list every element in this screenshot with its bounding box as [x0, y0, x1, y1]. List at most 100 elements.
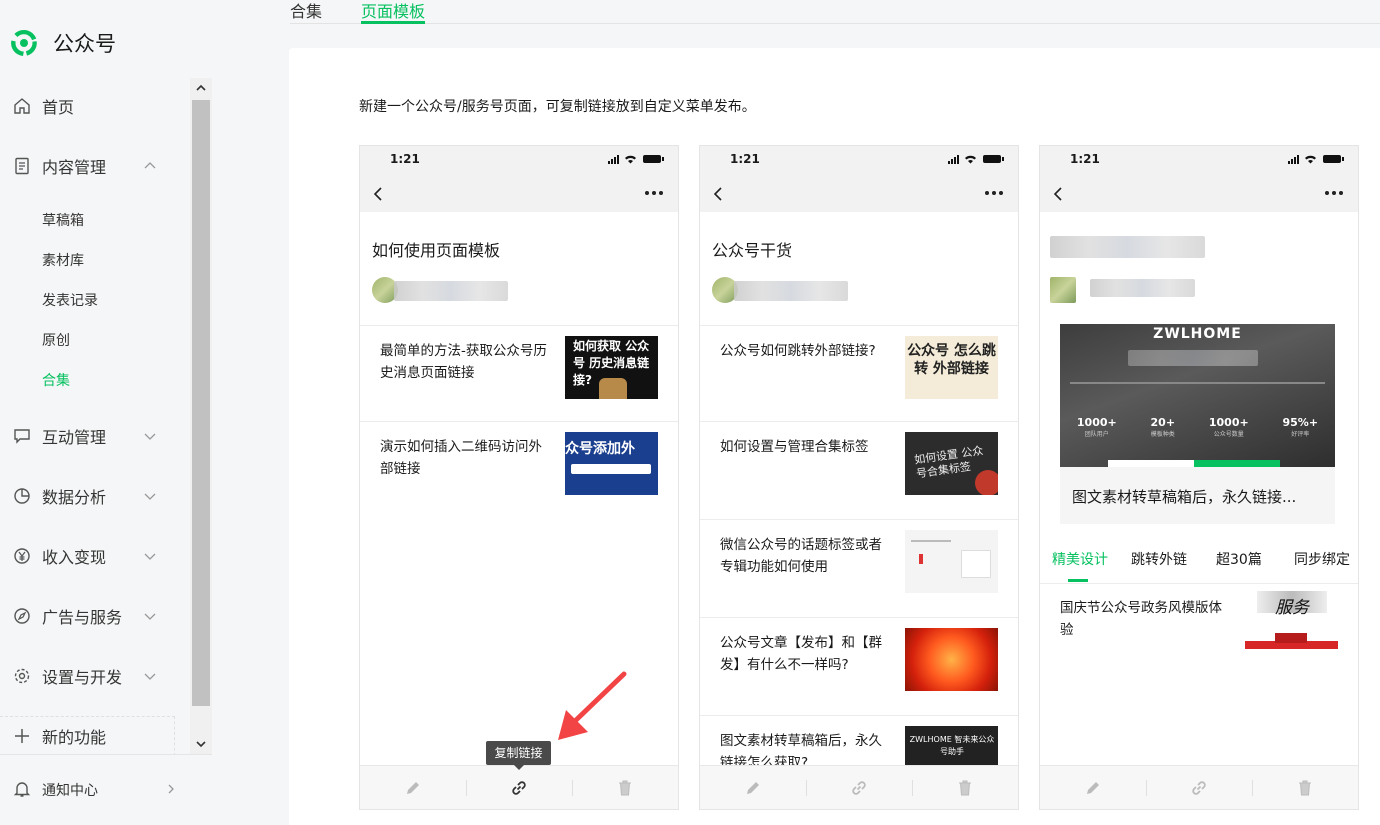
phone-header: 1:21 [360, 146, 678, 212]
tab-page-templates[interactable]: 页面模板 [361, 0, 425, 22]
thumbnail-text: 公众号 怎么跳转 外部链接 [907, 343, 996, 377]
divider [1252, 780, 1253, 796]
divider [1146, 780, 1147, 796]
tab-external-link[interactable]: 跳转外链 [1131, 549, 1187, 569]
status-time: 1:21 [730, 152, 760, 166]
thumbnail-text: ZWLHOME 智未来公众号助手 [909, 735, 995, 756]
sidebar-item-label: 互动管理 [42, 428, 107, 447]
sidebar-item-analytics[interactable]: 数据分析 [0, 476, 190, 516]
sidebar-item-home[interactable]: 首页 [0, 86, 190, 126]
sidebar-subitem-publish-records[interactable]: 发表记录 [42, 290, 98, 310]
pencil-icon[interactable] [1084, 779, 1102, 797]
back-arrow-icon[interactable] [372, 186, 384, 202]
list-item[interactable]: 公众号文章【发布】和【群发】有什么不一样吗? [700, 617, 1018, 715]
article-title: 如何设置与管理合集标签 [720, 439, 869, 455]
sidebar-item-monetization[interactable]: 收入变现 [0, 536, 190, 576]
sidebar-subitem-collections[interactable]: 合集 [42, 370, 70, 390]
card-title: 如何使用页面模板 [372, 241, 501, 260]
scroll-down-arrow-icon[interactable] [195, 738, 207, 750]
status-bar-icons [948, 155, 1004, 164]
status-time: 1:21 [390, 152, 420, 166]
chevron-down-icon [144, 553, 156, 560]
sidebar-item-label: 收入变现 [42, 548, 107, 567]
document-icon [15, 157, 29, 175]
list-item[interactable]: 演示如何插入二维码访问外部链接 众号添加外 [360, 421, 678, 519]
pencil-icon[interactable] [744, 779, 762, 797]
sidebar-item-interaction[interactable]: 互动管理 [0, 416, 190, 456]
logo[interactable]: 公众号 [8, 27, 116, 59]
new-feature-label: 新的功能 [42, 728, 107, 747]
divider [572, 780, 573, 796]
sidebar-item-ads[interactable]: 广告与服务 [0, 596, 190, 636]
tab-30-articles[interactable]: 超30篇 [1216, 549, 1262, 569]
status-bar-icons [608, 155, 664, 164]
wechat-official-logo-icon [11, 29, 37, 56]
article-title: 公众号如何跳转外部链接? [720, 343, 876, 359]
banner-logo: ZWLHOME [1153, 326, 1242, 342]
home-icon [14, 98, 30, 114]
article-thumbnail: 众号添加外 [565, 432, 658, 495]
stat-value: 20+ [1150, 416, 1176, 429]
sidebar: 公众号 首页 内容管理 草稿箱 素材库 发表记录 原创 合集 互动管理 数据分析 [0, 0, 212, 825]
link-icon[interactable] [510, 779, 528, 797]
author-name-blur [1090, 279, 1195, 297]
pencil-icon[interactable] [404, 779, 422, 797]
thumbnail-cat-shape [599, 378, 627, 399]
new-feature-item[interactable]: 新的功能 [0, 716, 175, 756]
article-title: 国庆节公众号政务风模版体验 [1060, 600, 1222, 638]
list-item[interactable]: 最简单的方法-获取公众号历史消息页面链接 如何获取 公众号 历史消息链接? [360, 325, 678, 423]
banner-title: 图文素材转草稿箱后，永久链接... [1072, 488, 1297, 506]
list-item[interactable]: 如何设置与管理合集标签 如何设置 公众号合集标签 [700, 421, 1018, 519]
tab-sync-binding[interactable]: 同步绑定 [1294, 549, 1350, 569]
template-card[interactable]: 1:21 公众号干货 公众号如何跳转外部链接? 公众号 怎么跳转 外部链接 如何… [699, 145, 1019, 810]
trash-icon[interactable] [616, 779, 634, 797]
article-thumbnail [905, 628, 998, 691]
bell-icon [13, 782, 31, 797]
list-item[interactable]: 公众号如何跳转外部链接? 公众号 怎么跳转 外部链接 [700, 325, 1018, 423]
sidebar-item-content[interactable]: 内容管理 [0, 146, 190, 186]
thumbnail-text: 服务 [1275, 598, 1309, 618]
link-icon[interactable] [1190, 779, 1208, 797]
scrollbar-thumb[interactable] [192, 100, 210, 706]
card-title-blur [1050, 236, 1205, 258]
list-item[interactable]: 国庆节公众号政务风模版体验 服务 [1040, 585, 1358, 683]
more-icon[interactable] [1324, 190, 1344, 196]
banner-image: ZWLHOME 1000+ 团队用户 20+ 模板种类 1000+ 公众号数量 95%… [1060, 324, 1335, 467]
template-card[interactable]: 1:21 如何使用页面模板 最简单的方法-获取公众号历史消息页面链接 如何获取 … [359, 145, 679, 810]
status-time: 1:21 [1070, 152, 1100, 166]
active-tab-indicator [361, 21, 425, 24]
scroll-up-arrow-icon[interactable] [195, 82, 207, 94]
article-title: 公众号文章【发布】和【群发】有什么不一样吗? [720, 635, 882, 673]
intro-text: 新建一个公众号/服务号页面，可复制链接放到自定义菜单发布。 [359, 99, 756, 115]
template-card[interactable]: 1:21 ZWLHOME 1000+ 团队用户 20+ 模板种类 1000+ 公众号数… [1039, 145, 1359, 810]
chevron-down-icon [144, 433, 156, 440]
sidebar-item-label: 数据分析 [42, 488, 107, 507]
article-thumbnail: 服务 [1245, 591, 1338, 654]
notification-center[interactable]: 通知中心 [0, 754, 212, 825]
sidebar-subitem-drafts[interactable]: 草稿箱 [42, 210, 84, 230]
chevron-down-icon [144, 673, 156, 680]
sidebar-subitem-original[interactable]: 原创 [42, 330, 70, 350]
sidebar-scrollbar[interactable] [190, 78, 212, 754]
back-arrow-icon[interactable] [712, 186, 724, 202]
article-thumbnail [905, 530, 998, 593]
article-title: 最简单的方法-获取公众号历史消息页面链接 [380, 343, 547, 381]
article-thumbnail: 公众号 怎么跳转 外部链接 [905, 336, 998, 399]
status-bar-icons [1288, 155, 1344, 164]
sidebar-item-label: 首页 [42, 98, 75, 117]
chevron-down-icon [144, 493, 156, 500]
sidebar-subitem-library[interactable]: 素材库 [42, 250, 84, 270]
link-icon[interactable] [850, 779, 868, 797]
author-name-blur [734, 281, 848, 301]
trash-icon[interactable] [956, 779, 974, 797]
list-item[interactable]: 微信公众号的话题标签或者专辑功能如何使用 [700, 519, 1018, 617]
trash-icon[interactable] [1296, 779, 1314, 797]
back-arrow-icon[interactable] [1052, 186, 1064, 202]
tab-collections[interactable]: 合集 [290, 0, 322, 22]
article-title: 微信公众号的话题标签或者专辑功能如何使用 [720, 537, 882, 575]
more-icon[interactable] [984, 190, 1004, 196]
more-icon[interactable] [644, 190, 664, 196]
featured-banner[interactable]: ZWLHOME 1000+ 团队用户 20+ 模板种类 1000+ 公众号数量 95%… [1060, 324, 1335, 524]
sidebar-item-settings[interactable]: 设置与开发 [0, 656, 190, 696]
tab-design[interactable]: 精美设计 [1052, 549, 1108, 569]
